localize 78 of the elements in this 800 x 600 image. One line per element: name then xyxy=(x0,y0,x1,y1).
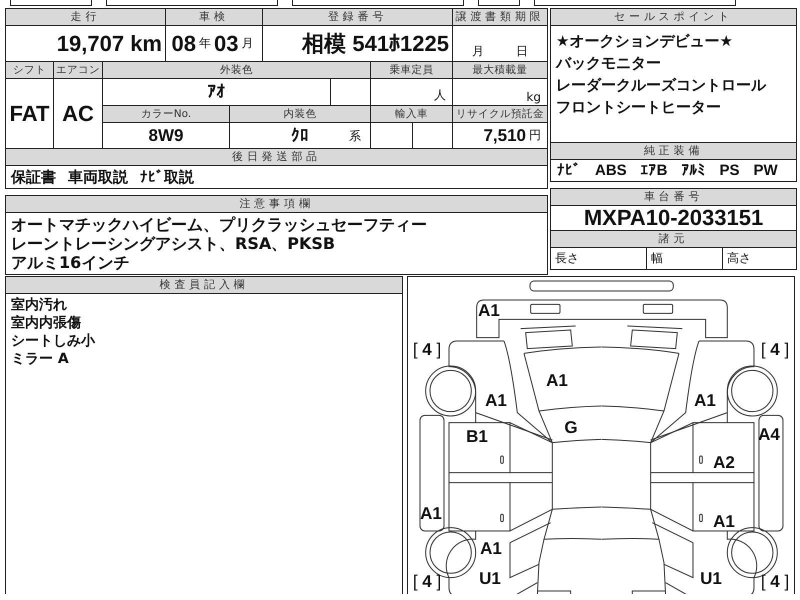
interior-color-value: ｸﾛ xyxy=(291,126,309,146)
sales-point-line: ★オークションデビュー★ xyxy=(556,31,734,52)
damage-code: A2 xyxy=(713,453,735,473)
field-label: リサイクル預託金 xyxy=(453,106,547,122)
field-label: 外装色 xyxy=(103,62,370,78)
damage-code: A1 xyxy=(546,371,568,391)
equipment-item: ABS xyxy=(595,162,627,179)
chassis-number: MXPA10-2033151 xyxy=(584,205,764,231)
sales-point-line: レーダークルーズコントロール xyxy=(556,75,768,96)
field-label: エアコン xyxy=(54,62,102,78)
spec-label: 高さ xyxy=(727,250,751,267)
color-number-value: 8W9 xyxy=(148,126,184,146)
aircon-value: AC xyxy=(62,100,94,126)
sales-point-line: フロントシートヒーター xyxy=(556,97,722,118)
section-header: セールスポイント xyxy=(551,9,796,26)
tire-tread-depth: [ 4 ] xyxy=(412,340,442,360)
tire-tread-depth: [ 4 ] xyxy=(760,340,790,360)
damage-code: G xyxy=(564,418,578,438)
field-label: カラーNo. xyxy=(103,106,229,122)
section-header: 検査員記入欄 xyxy=(6,277,402,294)
section-header: 純正装備 xyxy=(551,142,796,160)
damage-code: A1 xyxy=(478,301,500,321)
inspection-month: 03 xyxy=(214,30,238,56)
field-label: シフト xyxy=(6,62,53,78)
note-line: アルミ16インチ xyxy=(11,253,130,272)
inspector-note: シートしみ小 xyxy=(11,332,96,350)
field-label: 輸入車 xyxy=(371,106,452,122)
field-label: 譲渡書類期限 xyxy=(453,9,547,25)
field-label: 登録番号 xyxy=(263,9,452,25)
exterior-color-value: ｱｵ xyxy=(208,82,226,102)
field-label: 最大積載量 xyxy=(453,62,547,78)
field-label: 内装色 xyxy=(230,106,370,122)
section-header: 注意事項欄 xyxy=(6,196,547,213)
spec-label: 幅 xyxy=(651,250,663,267)
sales-point-line: バックモニター xyxy=(556,53,662,74)
damage-code: B1 xyxy=(466,427,488,447)
month-unit: 月 xyxy=(472,43,484,60)
day-unit: 日 xyxy=(516,43,528,60)
year-unit: 年 xyxy=(199,35,211,52)
damage-code: A1 xyxy=(713,512,735,532)
month-unit: 月 xyxy=(241,35,254,52)
shipping-item: 保証書 xyxy=(11,168,56,187)
tire-tread-depth: [ 4 ] xyxy=(760,572,790,592)
shift-value: FAT xyxy=(10,100,50,126)
equipment-item: PW xyxy=(754,162,778,179)
shipping-item: 車両取説 xyxy=(68,168,128,187)
damage-code: A1 xyxy=(480,539,502,559)
registration-number: 相模 541ﾎ1225 xyxy=(302,30,449,58)
inspector-note: 室内内張傷 xyxy=(11,314,82,332)
equipment-item: ｴｱB xyxy=(640,162,668,179)
damage-code: U1 xyxy=(479,569,501,589)
field-label: 乗車定員 xyxy=(371,62,452,78)
shipping-item: ﾅﾋﾞ取説 xyxy=(140,168,194,187)
kg-unit: kg xyxy=(526,90,541,104)
field-label: 走行 xyxy=(6,9,165,25)
persons-unit: 人 xyxy=(434,87,446,104)
tire-tread-depth: [ 4 ] xyxy=(412,572,442,592)
equipment-item: PS xyxy=(720,162,740,179)
section-header: 諸元 xyxy=(551,231,796,248)
equipment-item: ｱﾙﾐ xyxy=(682,162,706,179)
inspector-note: ミラー A xyxy=(11,350,70,368)
recycle-fee-value: 7,510 xyxy=(483,126,526,146)
note-line: オートマチックハイビーム、プリクラッシュセーフティー xyxy=(11,215,428,234)
note-line: レーントレーシングアシスト、RSA、PKSB xyxy=(11,234,336,253)
damage-code: A1 xyxy=(694,391,716,411)
equipment-item: ﾅﾋﾞ xyxy=(557,162,581,179)
section-header: 車台番号 xyxy=(551,189,796,206)
spec-label: 長さ xyxy=(555,250,579,267)
damage-code: A1 xyxy=(485,391,507,411)
inspection-year: 08 xyxy=(172,30,196,56)
yen-unit: 円 xyxy=(529,127,541,144)
section-header: 後日発送部品 xyxy=(6,149,547,166)
field-label: 車検 xyxy=(166,9,262,25)
inspector-note: 室内汚れ xyxy=(11,296,68,314)
color-family-suffix: 系 xyxy=(349,128,361,145)
damage-code: A1 xyxy=(420,504,442,524)
damage-code: U1 xyxy=(700,569,722,589)
mileage-value: 19,707 km xyxy=(56,30,162,56)
